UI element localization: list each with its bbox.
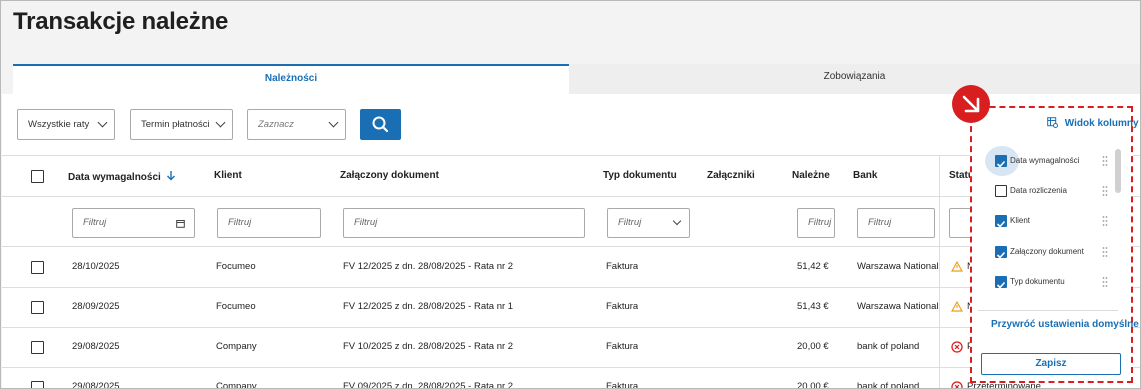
row-amount: 51,43 € — [797, 301, 829, 312]
calendar-icon — [176, 220, 185, 228]
checkmark-icon — [996, 220, 1006, 228]
column-option-label: Data wymagalności — [1010, 156, 1080, 165]
row-client: Focumeo — [216, 301, 256, 312]
column-option[interactable]: Klient — [987, 212, 1113, 232]
row-amount: 20,00 € — [797, 341, 829, 352]
column-option[interactable]: Data wymagalności — [985, 146, 1113, 176]
column-option[interactable]: Załączony dokument — [987, 243, 1113, 263]
row-checkbox[interactable] — [31, 301, 44, 314]
row-checkbox[interactable] — [31, 381, 44, 388]
callout-badge — [952, 85, 990, 123]
row-bank: Warszawa National Bank — [857, 301, 939, 312]
status-column-divider — [939, 155, 940, 388]
due-date-dropdown[interactable]: Termin płatności — [130, 109, 233, 140]
client-filter-input[interactable]: Filtruj — [217, 208, 321, 238]
bank-filter-input[interactable]: Filtruj — [857, 208, 935, 238]
row-document[interactable]: FV 09/2025 z dn. 28/08/2025 - Rata nr 2 — [343, 381, 513, 388]
column-option-label: Klient — [1010, 216, 1031, 225]
panel-divider — [978, 310, 1118, 311]
save-button[interactable]: Zapisz — [981, 353, 1121, 375]
sort-down-icon — [166, 171, 175, 181]
column-header-document[interactable]: Załączony dokument — [340, 170, 439, 181]
column-option-label: Typ dokumentu — [1010, 277, 1065, 286]
row-due-date: 28/10/2025 — [72, 261, 120, 272]
row-client: Company — [216, 341, 257, 352]
due-date-filter-input[interactable]: Filtruj — [72, 208, 195, 238]
row-bank: Warszawa National Bank — [857, 261, 939, 272]
error-icon — [951, 381, 963, 388]
due-date-dropdown-label: Termin płatności — [141, 119, 210, 130]
error-icon — [951, 341, 963, 353]
table-settings-icon — [1047, 117, 1058, 128]
column-checkbox[interactable] — [995, 276, 1007, 289]
column-option[interactable]: Typ dokumentu — [987, 273, 1113, 293]
column-option[interactable]: Data rozliczenia — [987, 182, 1113, 202]
row-checkbox[interactable] — [31, 341, 44, 354]
row-due-date: 28/09/2025 — [72, 301, 120, 312]
arrow-down-right-icon — [962, 95, 980, 113]
column-header-doc-type[interactable]: Typ dokumentu — [603, 170, 677, 181]
drag-handle-icon[interactable] — [1102, 276, 1108, 288]
row-document[interactable]: FV 12/2025 z dn. 28/08/2025 - Rata nr 1 — [343, 301, 513, 312]
search-icon — [372, 116, 389, 133]
checkmark-icon — [996, 251, 1006, 259]
column-list: Data wymagalności Data rozliczenia Klien… — [977, 146, 1123, 305]
chevron-down-icon — [215, 117, 226, 128]
checkmark-icon — [996, 160, 1006, 168]
page-title: Transakcje należne — [13, 8, 229, 35]
row-bank: bank of poland — [857, 381, 920, 389]
row-doc-type: Faktura — [606, 261, 639, 272]
column-list-scrollbar[interactable] — [1115, 149, 1121, 193]
row-due-date: 29/08/2025 — [72, 341, 120, 352]
chevron-down-icon — [672, 216, 682, 226]
column-checkbox[interactable] — [995, 155, 1007, 168]
installments-dropdown[interactable]: Wszystkie raty — [17, 109, 115, 140]
warning-icon — [951, 261, 963, 272]
row-doc-type: Faktura — [606, 381, 639, 389]
column-header-bank[interactable]: Bank — [853, 170, 877, 181]
app-frame: Transakcje należne Należności Zobowiązan… — [0, 0, 1141, 389]
column-checkbox[interactable] — [995, 185, 1007, 197]
row-document[interactable]: FV 10/2025 z dn. 28/08/2025 - Rata nr 2 — [343, 341, 513, 352]
row-client: Company — [216, 381, 257, 389]
row-doc-type: Faktura — [606, 301, 639, 312]
column-checkbox[interactable] — [995, 246, 1007, 259]
document-filter-input[interactable]: Filtruj — [343, 208, 585, 238]
tab-receivables[interactable]: Należności — [13, 64, 569, 94]
column-option-label: Załączony dokument — [1010, 247, 1084, 256]
column-header-client[interactable]: Klient — [214, 170, 242, 181]
amount-filter-input[interactable]: Filtruj — [797, 208, 835, 238]
row-document[interactable]: FV 12/2025 z dn. 28/08/2025 - Rata nr 2 — [343, 261, 513, 272]
select-dropdown-placeholder: Zaznacz — [258, 119, 294, 130]
warning-icon — [951, 301, 963, 312]
column-header-amount[interactable]: Należne — [792, 170, 830, 181]
row-doc-type: Faktura — [606, 341, 639, 352]
select-all-checkbox[interactable] — [31, 170, 44, 183]
row-bank: bank of poland — [857, 341, 920, 352]
tab-payables[interactable]: Zobowiązania — [569, 64, 1140, 94]
checkmark-icon — [996, 281, 1006, 289]
row-amount: 51,42 € — [797, 261, 829, 272]
chevron-down-icon — [328, 117, 339, 128]
installments-dropdown-label: Wszystkie raty — [28, 119, 90, 130]
chevron-down-icon — [97, 117, 108, 128]
drag-handle-icon[interactable] — [1102, 246, 1108, 258]
row-client: Focumeo — [216, 261, 256, 272]
reset-defaults-link[interactable]: Przywróć ustawienia domyślne — [991, 319, 1139, 330]
search-button[interactable] — [360, 109, 401, 140]
column-checkbox[interactable] — [995, 215, 1007, 228]
column-option-label: Data rozliczenia — [1010, 186, 1067, 195]
drag-handle-icon[interactable] — [1102, 185, 1108, 197]
column-view-button[interactable]: Widok kolumny — [1047, 117, 1139, 129]
select-dropdown[interactable]: Zaznacz — [247, 109, 346, 140]
doc-type-filter-select[interactable]: Filtruj — [607, 208, 690, 238]
drag-handle-icon[interactable] — [1102, 215, 1108, 227]
drag-handle-icon[interactable] — [1102, 155, 1108, 167]
row-checkbox[interactable] — [31, 261, 44, 274]
row-amount: 20,00 € — [797, 381, 829, 389]
row-due-date: 29/08/2025 — [72, 381, 120, 389]
column-header-attachments[interactable]: Załączniki — [707, 170, 755, 181]
column-header-due-date[interactable]: Data wymagalności — [68, 170, 176, 183]
